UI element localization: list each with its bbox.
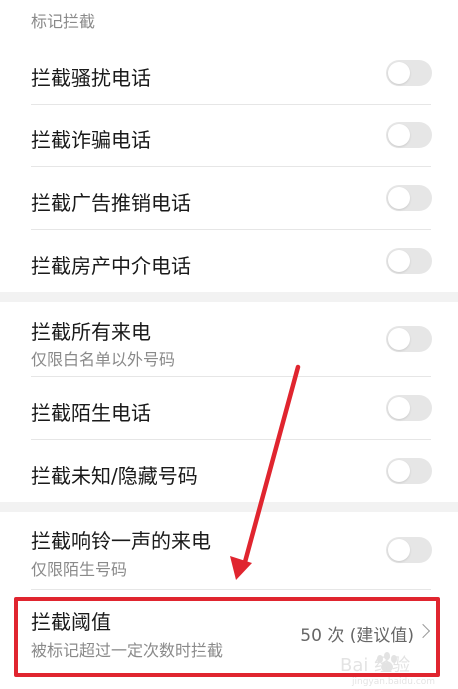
section-gap: [0, 502, 458, 512]
chevron-right-icon: [415, 623, 431, 639]
toggle-switch-block-harassment[interactable]: [386, 60, 432, 86]
setting-label: 拦截骚扰电话: [31, 66, 151, 90]
setting-row-block-harassment[interactable]: 拦截骚扰电话: [0, 42, 458, 104]
setting-row-block-all-calls[interactable]: 拦截所有来电 仅限白名单以外号码: [0, 302, 458, 376]
setting-label: 拦截诈骗电话: [31, 128, 151, 152]
toggle-switch-block-one-ring[interactable]: [386, 537, 432, 563]
toggle-knob: [388, 539, 410, 561]
setting-row-block-strangers[interactable]: 拦截陌生电话: [0, 377, 458, 439]
toggle-knob: [388, 187, 410, 209]
setting-label: 拦截广告推销电话: [31, 191, 191, 215]
threshold-value: 50 次 (建议值): [300, 626, 414, 646]
toggle-knob: [388, 250, 410, 272]
setting-row-block-ads[interactable]: 拦截广告推销电话: [0, 167, 458, 229]
toggle-knob: [388, 328, 410, 350]
setting-label: 拦截所有来电: [31, 320, 151, 344]
toggle-knob: [388, 124, 410, 146]
setting-label: 拦截未知/隐藏号码: [31, 464, 198, 488]
threshold-label: 拦截阈值: [31, 610, 111, 634]
toggle-knob: [388, 460, 410, 482]
toggle-switch-block-fraud[interactable]: [386, 122, 432, 148]
toggle-switch-block-strangers[interactable]: [386, 395, 432, 421]
toggle-knob: [388, 397, 410, 419]
call-block-settings-page: 标记拦截 拦截骚扰电话 拦截诈骗电话 拦截广告推销电话 拦截房产中介电话 拦截所…: [0, 0, 458, 689]
setting-row-block-unknown-hidden[interactable]: 拦截未知/隐藏号码: [0, 440, 458, 502]
toggle-switch-block-ads[interactable]: [386, 185, 432, 211]
setting-label: 拦截房产中介电话: [31, 254, 191, 278]
setting-label: 拦截陌生电话: [31, 401, 151, 425]
toggle-knob: [388, 62, 410, 84]
setting-label: 拦截响铃一声的来电: [31, 529, 211, 553]
toggle-switch-block-unknown-hidden[interactable]: [386, 458, 432, 484]
setting-row-block-one-ring[interactable]: 拦截响铃一声的来电 仅限陌生号码: [0, 512, 458, 588]
setting-row-block-threshold[interactable]: 拦截阈值 被标记超过一定次数时拦截 50 次 (建议值): [0, 598, 458, 670]
section-gap: [0, 292, 458, 302]
toggle-switch-block-real-estate[interactable]: [386, 248, 432, 274]
threshold-description: 被标记超过一定次数时拦截: [31, 641, 224, 660]
setting-description: 仅限陌生号码: [31, 560, 128, 579]
setting-row-block-fraud[interactable]: 拦截诈骗电话: [0, 105, 458, 166]
divider: [31, 589, 431, 590]
setting-row-block-real-estate[interactable]: 拦截房产中介电话: [0, 230, 458, 292]
section-header-mark-block: 标记拦截: [31, 12, 96, 31]
setting-description: 仅限白名单以外号码: [31, 350, 176, 369]
toggle-switch-block-all-calls[interactable]: [386, 326, 432, 352]
watermark-subtext: jingyan.baidu.com: [351, 677, 435, 687]
